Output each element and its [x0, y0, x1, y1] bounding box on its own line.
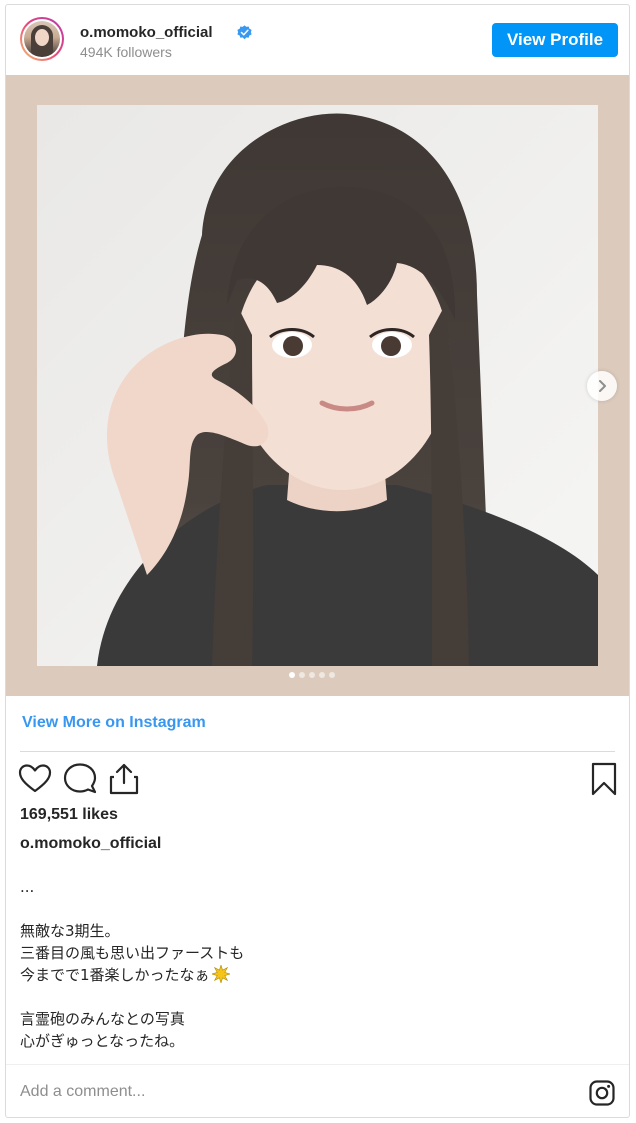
post-header: o.momoko_official 494K followers View Pr… [6, 5, 629, 75]
like-count[interactable]: 169,551 likes [20, 806, 118, 824]
verified-badge-icon [237, 25, 252, 40]
heart-icon[interactable] [18, 762, 52, 796]
caption-line: 言霊砲のみんなとの写真 [20, 1010, 185, 1028]
caption-line: 今までで1番楽しかったなぁ [20, 964, 610, 986]
slide-dot [329, 672, 335, 678]
divider [20, 751, 615, 752]
bookmark-icon[interactable] [587, 762, 621, 796]
caption-line-text: 今までで1番楽しかったなぁ [20, 966, 210, 984]
post-caption: ... 無敵な3期生。 三番目の風も思い出ファーストも 今までで1番楽しかったな… [20, 876, 610, 1052]
comment-icon[interactable] [63, 762, 97, 796]
caption-line: ... [20, 878, 35, 896]
post-media [6, 75, 629, 696]
next-slide-button[interactable] [587, 371, 617, 401]
avatar[interactable] [20, 17, 64, 61]
comment-input[interactable] [20, 1079, 520, 1105]
portrait-illustration [37, 105, 598, 666]
sparkle-icon [211, 965, 230, 983]
slide-dot [319, 672, 325, 678]
slide-indicator [289, 672, 335, 678]
chevron-right-icon [599, 380, 606, 392]
slide-dot [299, 672, 305, 678]
comment-footer [6, 1064, 629, 1117]
caption-line [20, 898, 610, 920]
username[interactable]: o.momoko_official [80, 24, 213, 41]
post-photo[interactable] [37, 105, 598, 666]
instagram-embed: o.momoko_official 494K followers View Pr… [5, 4, 630, 1118]
action-bar [6, 762, 629, 798]
share-icon[interactable] [107, 762, 141, 796]
caption-username[interactable]: o.momoko_official [20, 835, 161, 853]
follower-count: 494K followers [80, 44, 172, 60]
caption-line: 心がぎゅっとなったね。 [20, 1032, 185, 1050]
slide-dot [289, 672, 295, 678]
view-more-on-instagram-link[interactable]: View More on Instagram [22, 714, 206, 732]
caption-line: 無敵な3期生。 [20, 922, 120, 940]
instagram-icon[interactable] [589, 1080, 615, 1106]
caption-line [20, 986, 610, 1008]
view-profile-button[interactable]: View Profile [492, 23, 618, 57]
caption-line: 三番目の風も思い出ファーストも [20, 944, 245, 962]
slide-dot [309, 672, 315, 678]
